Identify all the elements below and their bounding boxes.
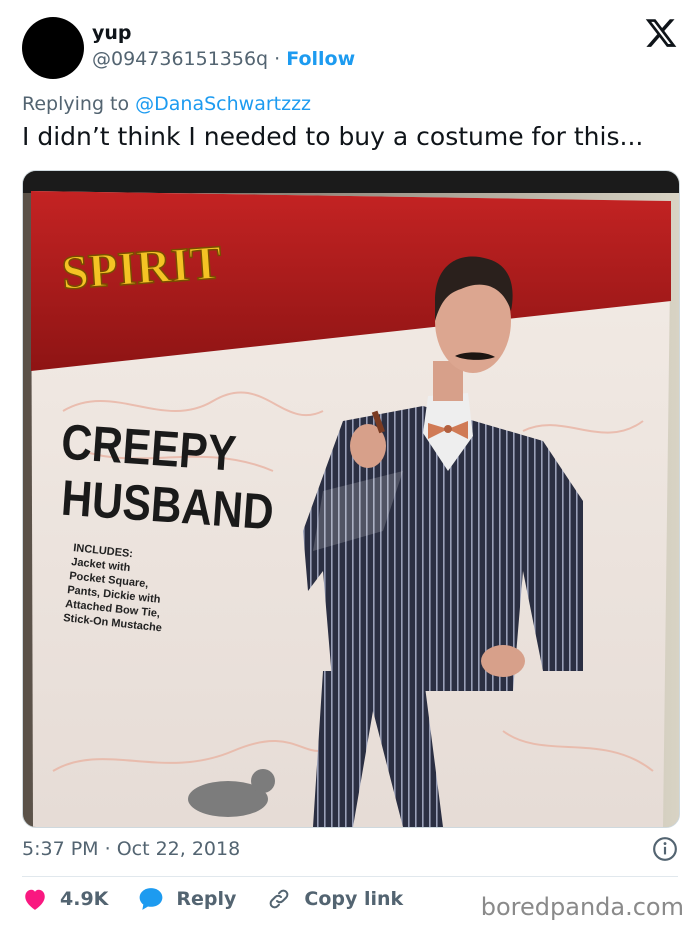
author-handle[interactable]: @094736151356q — [92, 48, 268, 70]
spirit-logo: SPIRIT — [60, 236, 223, 300]
like-button[interactable]: 4.9K — [22, 887, 108, 911]
copy-link-label: Copy link — [304, 888, 404, 910]
author-name[interactable]: yup — [92, 22, 132, 44]
reply-context: Replying to @DanaSchwartzzz — [22, 93, 311, 115]
reply-prefix: Replying to — [22, 93, 136, 115]
avatar[interactable] — [22, 17, 84, 79]
tweet-date[interactable]: Oct 22, 2018 — [117, 838, 241, 860]
action-bar: 4.9K Reply Copy link — [22, 887, 433, 911]
tweet-timestamp[interactable]: 5:37 PM · Oct 22, 2018 — [22, 838, 240, 860]
follow-button[interactable]: Follow — [286, 48, 355, 70]
author-handle-row: @094736151356q · Follow — [92, 48, 355, 70]
speech-bubble-icon — [140, 888, 163, 910]
info-icon[interactable] — [652, 836, 678, 862]
like-count: 4.9K — [60, 888, 109, 910]
copy-link-button[interactable]: Copy link — [266, 887, 403, 911]
tweet-text: I didn’t think I needed to buy a costume… — [22, 122, 644, 151]
handle-separator: · — [268, 48, 287, 70]
divider — [22, 876, 678, 877]
reply-label: Reply — [176, 888, 237, 910]
timestamp-separator: · — [98, 838, 117, 860]
heart-icon — [25, 889, 45, 910]
tweet-time[interactable]: 5:37 PM — [22, 838, 99, 860]
costume-package-photo: SPIRIT CREEPY HUSBAND INCLUDES: Jacket w… — [23, 171, 679, 827]
boredpanda-watermark: boredpanda.com — [480, 893, 684, 921]
reply-button[interactable]: Reply — [138, 887, 236, 911]
link-icon — [270, 889, 289, 909]
tweet-media-photo[interactable]: SPIRIT CREEPY HUSBAND INCLUDES: Jacket w… — [22, 170, 680, 828]
x-logo-icon[interactable] — [644, 16, 678, 50]
reply-mention-link[interactable]: @DanaSchwartzzz — [135, 93, 311, 115]
